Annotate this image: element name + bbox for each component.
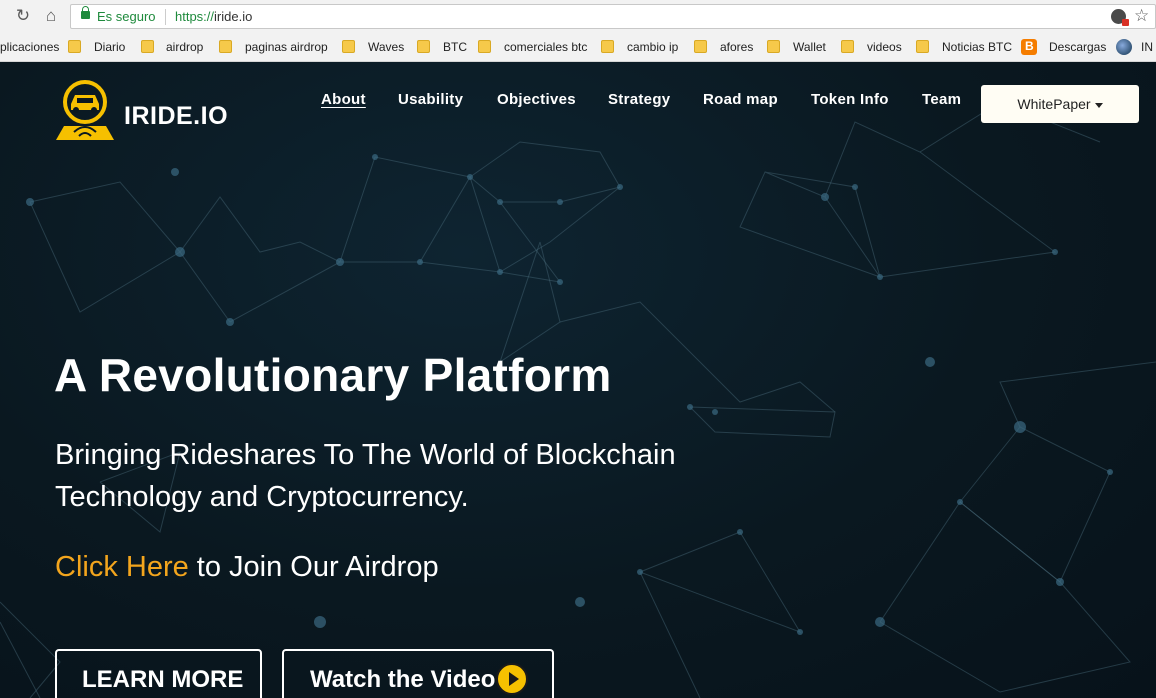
folder-icon: [478, 40, 491, 53]
airdrop-cta: Click Here to Join Our Airdrop: [55, 551, 439, 584]
play-icon: [496, 663, 528, 695]
folder-icon: [219, 40, 232, 53]
lock-icon: [81, 6, 90, 19]
nav-usability[interactable]: Usability: [398, 91, 463, 108]
address-bar[interactable]: Es seguro https://iride.io ☆: [70, 4, 1156, 29]
folder-icon: [916, 40, 929, 53]
folder-icon: [694, 40, 707, 53]
bookmarks-bar: plicaciones Diario airdrop paginas airdr…: [0, 33, 1156, 62]
reload-icon[interactable]: ↻: [13, 6, 33, 26]
bookmark-item[interactable]: plicaciones: [0, 40, 59, 54]
bookmark-item[interactable]: BTC: [443, 40, 467, 54]
blogger-icon: [1021, 39, 1037, 55]
hero-section: IRIDE.IO About Usability Objectives Stra…: [0, 62, 1156, 698]
browser-toolbar: ↻ ⌂ Es seguro https://iride.io ☆: [0, 0, 1156, 33]
folder-icon: [141, 40, 154, 53]
bookmark-item[interactable]: Wallet: [793, 40, 826, 54]
bookmark-star-icon[interactable]: ☆: [1134, 6, 1149, 26]
url-divider: [165, 9, 166, 25]
bookmark-item[interactable]: Waves: [368, 40, 404, 54]
nav-token-info[interactable]: Token Info: [811, 91, 889, 108]
learn-more-button[interactable]: LEARN MORE: [55, 649, 262, 698]
folder-icon: [767, 40, 780, 53]
nav-road-map[interactable]: Road map: [703, 91, 778, 108]
folder-icon: [417, 40, 430, 53]
nav-strategy[interactable]: Strategy: [608, 91, 670, 108]
whitepaper-dropdown-button[interactable]: WhitePaper: [981, 85, 1139, 123]
folder-icon: [342, 40, 355, 53]
watch-video-button[interactable]: Watch the Video: [282, 649, 554, 698]
folder-icon: [68, 40, 81, 53]
hero-headline: A Revolutionary Platform: [54, 349, 612, 401]
folder-icon: [601, 40, 614, 53]
bookmark-item[interactable]: Descargas: [1049, 40, 1106, 54]
home-icon[interactable]: ⌂: [41, 6, 61, 26]
learn-more-label: LEARN MORE: [82, 666, 244, 693]
globe-icon: [1116, 39, 1132, 55]
bookmark-item[interactable]: afores: [720, 40, 753, 54]
click-here-link[interactable]: Click Here: [55, 551, 189, 583]
watch-video-label: Watch the Video: [310, 666, 496, 693]
bookmark-item[interactable]: paginas airdrop: [245, 40, 328, 54]
bookmark-item[interactable]: Noticias BTC: [942, 40, 1012, 54]
bookmark-item[interactable]: IN: [1141, 40, 1153, 54]
nav-about[interactable]: About: [321, 91, 366, 108]
cta-text: to Join Our Airdrop: [188, 551, 439, 583]
url-scheme: https://: [175, 9, 215, 24]
bookmark-item[interactable]: cambio ip: [627, 40, 678, 54]
nav-team[interactable]: Team: [922, 91, 961, 108]
bookmark-item[interactable]: Diario: [94, 40, 125, 54]
bookmark-item[interactable]: comerciales btc: [504, 40, 587, 54]
iride-logo-icon[interactable]: [54, 78, 116, 140]
whitepaper-label: WhitePaper: [1017, 96, 1091, 112]
caret-down-icon: [1094, 102, 1103, 108]
url-text[interactable]: https://iride.io: [175, 9, 252, 24]
folder-icon: [841, 40, 854, 53]
nav-objectives[interactable]: Objectives: [497, 91, 576, 108]
bookmark-item[interactable]: airdrop: [166, 40, 203, 54]
url-host: iride.io: [214, 9, 253, 24]
security-label: Es seguro: [97, 9, 156, 24]
logo-text[interactable]: IRIDE.IO: [124, 102, 228, 131]
extension-icon[interactable]: [1111, 9, 1129, 26]
hero-subline: Bringing Rideshares To The World of Bloc…: [55, 439, 676, 513]
bookmark-item[interactable]: videos: [867, 40, 902, 54]
